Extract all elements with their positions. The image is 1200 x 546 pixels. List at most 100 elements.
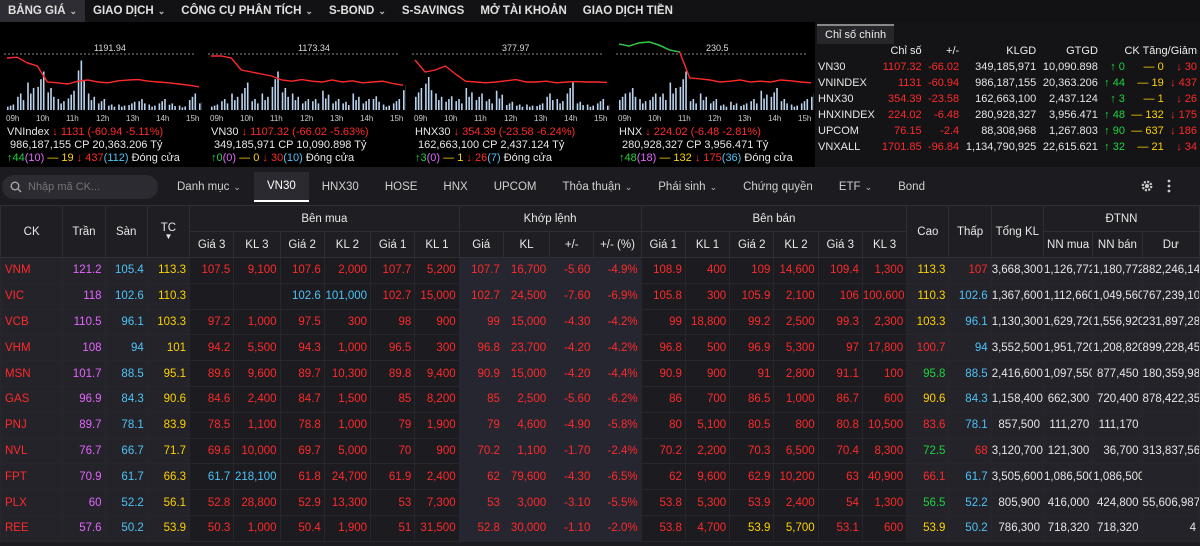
x-tick-label: 15h	[594, 114, 607, 123]
table-row[interactable]: VCB 110.5 96.1 103.3 97.2 1,000 97.5 300 98 900 99…	[0, 308, 1200, 336]
summary-row-vnindex[interactable]: VNINDEX 1131 -60.94 986,187,155 20,363.206 ↑ …	[815, 75, 1200, 91]
col-header-gia-3[interactable]: Giá 3	[189, 231, 235, 258]
col-header-[interactable]: +/-	[549, 231, 595, 258]
table-row[interactable]: MSN 101.7 88.5 95.1 89.6 9,600 89.7 10,300 89.8 9…	[0, 360, 1200, 387]
cell-ck[interactable]: VHM	[0, 334, 64, 362]
group-label: Bên bán	[752, 212, 796, 225]
index-chart-vn30[interactable]: 1173.34 09h 10h 11h 12h 13h 14h 15h VN30 ↓ 1107.…	[208, 22, 408, 167]
table-row[interactable]: FPT 70.9 61.7 66.3 61.7 218,100 61.8 24,700 61.9…	[0, 463, 1200, 491]
col-header-thap[interactable]: Thấp	[948, 205, 992, 258]
index-chart-hnx[interactable]: 230.5 09h 10h 11h 12h 13h 14h 15h HNX ↓ 224.02 (…	[616, 22, 816, 167]
col-header-gia-1[interactable]: Giá 1	[370, 231, 416, 258]
col-header-[interactable]: +/- (%)	[593, 231, 642, 258]
more-options-icon[interactable]	[1166, 179, 1172, 193]
col-header-tc[interactable]: TC ▼	[146, 205, 191, 258]
nav-s-bond[interactable]: S-BOND ⌄	[321, 0, 394, 22]
tab-hnx30[interactable]: HNX30	[309, 172, 372, 202]
col-header-tong-kl[interactable]: Tổng KL	[990, 205, 1044, 258]
search-input[interactable]	[28, 181, 148, 193]
index-chart-hnx30[interactable]: 377.97 09h 10h 11h 12h 13h 14h 15h HNX30 ↓ 354.3…	[412, 22, 612, 167]
cell-kl-2: 101,000	[323, 282, 372, 310]
gear-icon[interactable]	[1140, 179, 1154, 193]
summary-row-hnxindex[interactable]: HNXINDEX 224.02 -6.48 280,928,327 3,956.471 ↑…	[815, 107, 1200, 123]
cell-ck[interactable]: VNM	[0, 257, 64, 284]
col-header-du[interactable]: Dư	[1141, 231, 1200, 258]
cell-gia-1: 70	[370, 437, 416, 465]
cell-ck[interactable]: PLX	[0, 489, 64, 516]
index-chart-vnindex[interactable]: 1191.94 09h 10h 11h 12h 13h 14h 15h VNIndex ↓ 11…	[4, 22, 204, 167]
col-header-kl-2[interactable]: KL 2	[323, 231, 372, 258]
volume-bar	[60, 103, 62, 110]
col-header-cao[interactable]: Cao	[906, 205, 950, 258]
volume-bar	[596, 103, 599, 110]
col-header-kl-2[interactable]: KL 2	[773, 231, 819, 258]
symbol-search[interactable]	[2, 175, 158, 199]
table-row[interactable]: PNJ 89.7 78.1 83.9 78.5 1,100 78.8 1,000 79 1,900…	[0, 411, 1200, 439]
table-row[interactable]: NVL 76.7 66.7 71.7 69.6 10,000 69.7 5,000 70 900 7…	[0, 437, 1200, 465]
col-header-gia-2[interactable]: Giá 2	[729, 231, 775, 258]
cell-: -3.10	[549, 489, 595, 516]
nav-mo-tai-khoan[interactable]: MỞ TÀI KHOẢN	[472, 0, 574, 22]
table-row[interactable]: GAS 96.9 84.3 90.6 84.6 2,400 84.7 1,500 85 8,200…	[0, 385, 1200, 413]
table-row[interactable]: VNM 121.2 105.4 113.3 107.5 9,100 107.6 2,000 10…	[0, 257, 1200, 284]
sort-desc-icon[interactable]: ▼	[148, 232, 189, 241]
col-header-nn-mua[interactable]: NN mua	[1042, 231, 1094, 258]
cell-ck[interactable]: VCB	[0, 308, 64, 336]
nav-giao-dich[interactable]: GIAO DỊCH ⌄	[85, 0, 173, 22]
cell-thap: 88.5	[948, 360, 992, 387]
col-header-kl-1[interactable]: KL 1	[414, 231, 460, 258]
col-header-gia-2[interactable]: Giá 2	[279, 231, 325, 258]
nav-giao-dich-tien[interactable]: GIAO DỊCH TIỀN	[575, 0, 681, 22]
tab-bond[interactable]: Bond	[885, 172, 938, 202]
col-header-gia[interactable]: Giá	[458, 231, 504, 258]
cell-ck[interactable]: GAS	[0, 385, 64, 413]
summary-row-vnxall[interactable]: VNXALL 1701.85 -96.84 1,134,790,925 22,615.6…	[815, 139, 1200, 155]
index-volume: 986,187,155 CP	[10, 139, 90, 151]
tab-danh-muc[interactable]: Danh mục ⌄	[164, 172, 254, 202]
nav-s-savings[interactable]: S-SAVINGS	[394, 0, 472, 22]
volume-bar	[304, 101, 307, 110]
col-header-gia-1[interactable]: Giá 1	[640, 231, 686, 258]
nav-cong-cu-phan-tich[interactable]: CÔNG CỤ PHÂN TÍCH ⌄	[173, 0, 321, 22]
tab-vn30[interactable]: VN30	[253, 172, 309, 202]
cell-tong-kl: 805,900	[990, 489, 1044, 516]
index-name: VNIndex	[7, 126, 50, 138]
table-row[interactable]: REE 57.6 50.2 53.9 50.3 1,000 50.4 1,900 51 31,50…	[0, 514, 1200, 542]
cell-gia-1: 86	[640, 385, 686, 413]
col-header-nn-ban[interactable]: NN bán	[1092, 231, 1143, 258]
table-row[interactable]: VHM 108 94 101 94.2 5,500 94.3 1,000 96.5 300 96.8…	[0, 334, 1200, 362]
summary-row-vn30[interactable]: VN30 1107.32 -66.02 349,185,971 10,090.898 ↑ …	[815, 59, 1200, 75]
col-header-kl-3[interactable]: KL 3	[233, 231, 281, 258]
cell-du: 882,246,149	[1141, 257, 1200, 284]
cell-kl-1: 500	[684, 334, 731, 362]
cell-ck[interactable]: VIC	[0, 282, 64, 310]
tab-upcom[interactable]: UPCOM	[481, 172, 550, 202]
x-tick-label: 10h	[444, 114, 457, 123]
tab-thoa-thuan[interactable]: Thỏa thuận ⌄	[550, 172, 646, 202]
cell-ck[interactable]: FPT	[0, 463, 64, 491]
col-header-san[interactable]: Sàn	[104, 205, 148, 258]
tab-hnx[interactable]: HNX	[430, 172, 480, 202]
cell-ck[interactable]: PNJ	[0, 411, 64, 439]
col-header-gia-3[interactable]: Giá 3	[817, 231, 863, 258]
tab-hose[interactable]: HOSE	[372, 172, 431, 202]
tab-chung-quyen[interactable]: Chứng quyền	[730, 172, 826, 202]
tab-etf[interactable]: ETF ⌄	[826, 172, 885, 202]
tab-phai-sinh[interactable]: Phái sinh ⌄	[645, 172, 730, 202]
summary-row-upcom[interactable]: UPCOM 76.15 -2.4 88,308,968 1,267.803 ↑ 90 — 6…	[815, 123, 1200, 139]
cell-ck[interactable]: REE	[0, 514, 64, 542]
col-header-kl-3[interactable]: KL 3	[861, 231, 908, 258]
table-row[interactable]: VIC 118 102.6 110.3 102.6 101,000 102.7 15,000 1…	[0, 282, 1200, 310]
nav-bang-gia[interactable]: BẢNG GIÁ ⌄	[0, 0, 86, 22]
col-header-tran[interactable]: Trần	[62, 205, 106, 258]
col-header-ck[interactable]: CK	[0, 205, 64, 258]
cell-ck[interactable]: NVL	[0, 437, 64, 465]
col-header-kl[interactable]: KL	[502, 231, 551, 258]
volume-bar	[30, 93, 32, 110]
cell-kl-3: 1,300	[861, 489, 908, 516]
tab-main-indices[interactable]: Chỉ số chính	[817, 24, 895, 44]
cell-ck[interactable]: MSN	[0, 360, 64, 387]
col-header-kl-1[interactable]: KL 1	[684, 231, 731, 258]
summary-row-hnx30[interactable]: HNX30 354.39 -23.58 162,663,100 2,437.124 ↑ 3…	[815, 91, 1200, 107]
table-row[interactable]: PLX 60 52.2 56.1 52.8 28,800 52.9 13,300 53 7,300…	[0, 489, 1200, 516]
